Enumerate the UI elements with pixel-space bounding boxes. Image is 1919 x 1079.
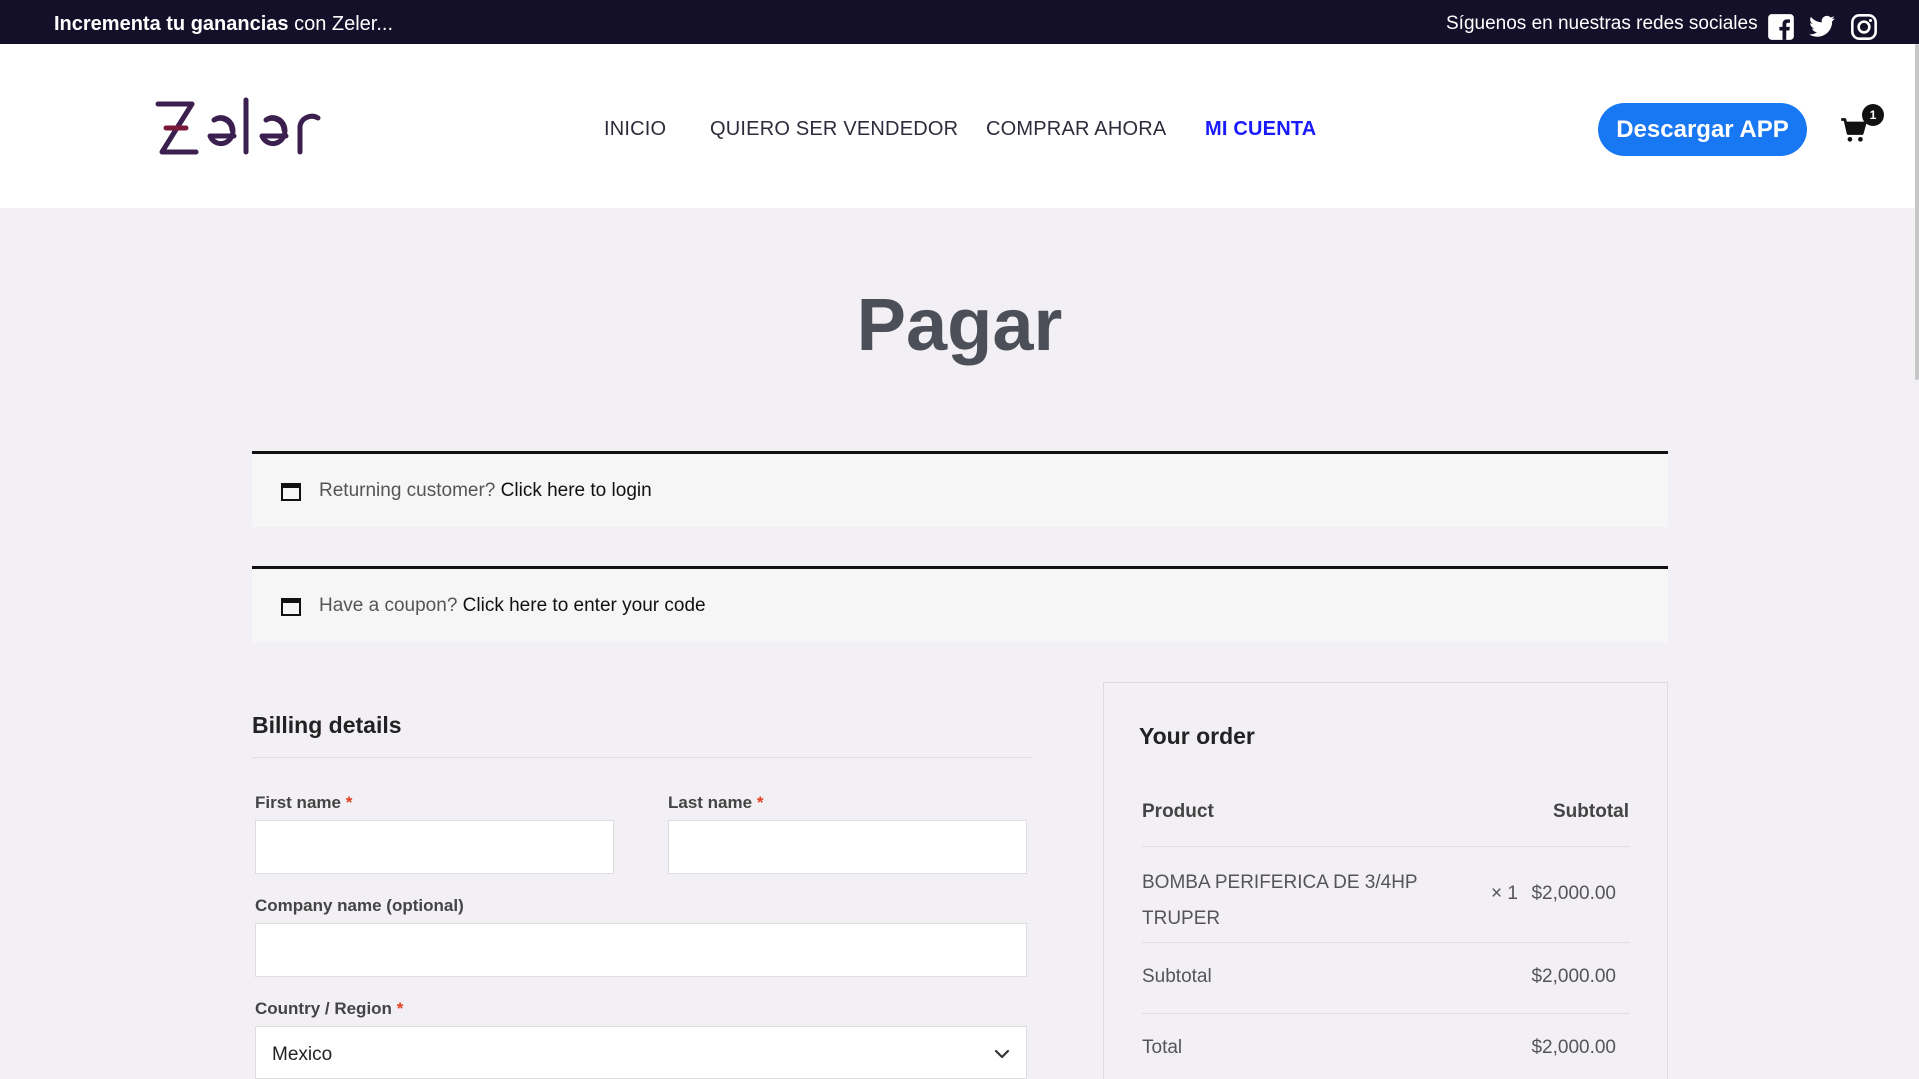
billing-title: Billing details	[252, 712, 402, 738]
last-name-label: Last name *	[668, 793, 763, 813]
order-item-name: BOMBA PERIFERICA DE 3/4HP TRUPER	[1142, 865, 1418, 937]
facebook-icon[interactable]	[1767, 13, 1795, 41]
site-header: INICIO QUIERO SER VENDEDOR COMPRAR AHORA…	[0, 44, 1919, 208]
login-notice: Returning customer? Click here to login	[252, 451, 1668, 527]
country-label-text: Country / Region	[255, 999, 392, 1018]
top-bar: Incrementa tu ganancias con Zeler... Síg…	[0, 0, 1919, 44]
first-name-label: First name *	[255, 793, 352, 813]
first-name-label-text: First name	[255, 793, 341, 812]
calendar-icon	[281, 598, 301, 616]
total-label: Total	[1142, 1037, 1183, 1058]
coupon-message: Have a coupon? Click here to enter your …	[319, 595, 706, 617]
required-mark: *	[756, 793, 764, 812]
subtotal-value: $2,000.00	[1531, 966, 1616, 987]
country-label: Country / Region *	[255, 999, 403, 1019]
country-select[interactable]: Mexico	[255, 1026, 1027, 1079]
coupon-notice: Have a coupon? Click here to enter your …	[252, 566, 1668, 642]
last-name-field[interactable]	[668, 820, 1027, 874]
cart-count-badge: 1	[1862, 104, 1884, 126]
company-label: Company name (optional)	[255, 896, 464, 915]
subtotal-column-header: Subtotal	[1553, 801, 1629, 822]
row-divider	[1142, 942, 1630, 943]
promo-bold: Incrementa tu ganancias	[54, 13, 289, 35]
order-summary: Your order Product Subtotal BOMBA PERIFE…	[1103, 682, 1668, 1079]
instagram-icon[interactable]	[1850, 13, 1878, 41]
promo-text: Incrementa tu ganancias con Zeler...	[54, 13, 393, 36]
order-item-quantity: × 1	[1491, 883, 1518, 904]
first-name-field[interactable]	[255, 820, 614, 874]
required-mark: *	[396, 999, 404, 1018]
row-divider	[1142, 1013, 1630, 1014]
row-divider	[1142, 846, 1630, 847]
twitter-icon[interactable]	[1808, 13, 1836, 41]
download-app-button[interactable]: Descargar APP	[1598, 103, 1807, 156]
coupon-prompt: Have a coupon?	[319, 595, 458, 616]
calendar-icon	[281, 483, 301, 501]
nav-inicio[interactable]: INICIO	[604, 118, 666, 141]
order-item-name-line2: TRUPER	[1142, 908, 1221, 929]
country-selected-value: Mexico	[272, 1044, 333, 1065]
total-value: $2,000.00	[1531, 1037, 1616, 1058]
chevron-down-icon	[994, 1049, 1010, 1059]
login-link[interactable]: Click here to login	[501, 480, 652, 501]
promo-rest: con Zeler...	[288, 13, 394, 35]
login-message: Returning customer? Click here to login	[319, 480, 652, 502]
zeler-logo[interactable]	[152, 96, 328, 160]
company-field[interactable]	[255, 923, 1027, 977]
social-caption: Síguenos en nuestras redes sociales	[1446, 13, 1758, 34]
order-item-price: $2,000.00	[1531, 883, 1616, 904]
order-title: Your order	[1139, 723, 1255, 749]
page-title: Pagar	[856, 283, 1063, 366]
nav-quiero-ser-vendedor[interactable]: QUIERO SER VENDEDOR	[710, 118, 958, 141]
login-prompt: Returning customer?	[319, 480, 496, 501]
subtotal-label: Subtotal	[1142, 966, 1212, 987]
required-mark: *	[345, 793, 353, 812]
last-name-label-text: Last name	[668, 793, 753, 812]
product-column-header: Product	[1142, 801, 1214, 822]
order-item-name-line1: BOMBA PERIFERICA DE 3/4HP	[1142, 872, 1418, 893]
billing-divider	[252, 757, 1032, 758]
nav-mi-cuenta[interactable]: MI CUENTA	[1205, 118, 1316, 141]
nav-comprar-ahora[interactable]: COMPRAR AHORA	[986, 118, 1166, 141]
coupon-link[interactable]: Click here to enter your code	[463, 595, 706, 616]
